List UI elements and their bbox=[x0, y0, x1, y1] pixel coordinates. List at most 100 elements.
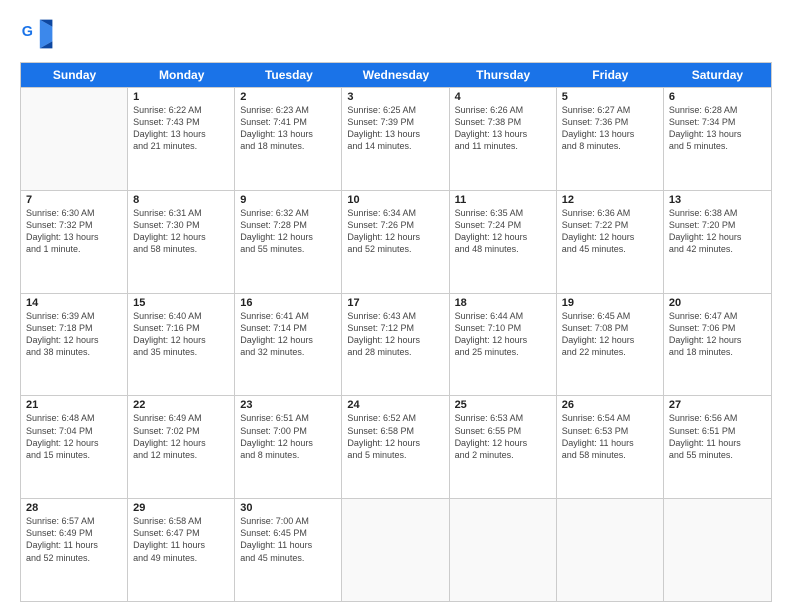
calendar-cell: 7Sunrise: 6:30 AM Sunset: 7:32 PM Daylig… bbox=[21, 191, 128, 293]
day-info: Sunrise: 6:54 AM Sunset: 6:53 PM Dayligh… bbox=[562, 412, 658, 461]
day-info: Sunrise: 7:00 AM Sunset: 6:45 PM Dayligh… bbox=[240, 515, 336, 564]
day-number: 12 bbox=[562, 194, 658, 206]
day-info: Sunrise: 6:47 AM Sunset: 7:06 PM Dayligh… bbox=[669, 310, 766, 359]
day-number: 9 bbox=[240, 194, 336, 206]
header-sunday: Sunday bbox=[21, 63, 128, 87]
day-info: Sunrise: 6:31 AM Sunset: 7:30 PM Dayligh… bbox=[133, 207, 229, 256]
logo: G bbox=[20, 16, 60, 52]
calendar-cell: 9Sunrise: 6:32 AM Sunset: 7:28 PM Daylig… bbox=[235, 191, 342, 293]
svg-text:G: G bbox=[22, 24, 33, 40]
day-info: Sunrise: 6:58 AM Sunset: 6:47 PM Dayligh… bbox=[133, 515, 229, 564]
calendar-cell: 21Sunrise: 6:48 AM Sunset: 7:04 PM Dayli… bbox=[21, 396, 128, 498]
day-number: 11 bbox=[455, 194, 551, 206]
day-info: Sunrise: 6:30 AM Sunset: 7:32 PM Dayligh… bbox=[26, 207, 122, 256]
header-friday: Friday bbox=[557, 63, 664, 87]
day-number: 3 bbox=[347, 91, 443, 103]
day-number: 19 bbox=[562, 297, 658, 309]
day-info: Sunrise: 6:44 AM Sunset: 7:10 PM Dayligh… bbox=[455, 310, 551, 359]
calendar-cell: 16Sunrise: 6:41 AM Sunset: 7:14 PM Dayli… bbox=[235, 294, 342, 396]
calendar-cell: 19Sunrise: 6:45 AM Sunset: 7:08 PM Dayli… bbox=[557, 294, 664, 396]
calendar-cell: 4Sunrise: 6:26 AM Sunset: 7:38 PM Daylig… bbox=[450, 88, 557, 190]
day-number: 10 bbox=[347, 194, 443, 206]
calendar-cell: 27Sunrise: 6:56 AM Sunset: 6:51 PM Dayli… bbox=[664, 396, 771, 498]
calendar-cell: 6Sunrise: 6:28 AM Sunset: 7:34 PM Daylig… bbox=[664, 88, 771, 190]
calendar-cell: 15Sunrise: 6:40 AM Sunset: 7:16 PM Dayli… bbox=[128, 294, 235, 396]
day-info: Sunrise: 6:28 AM Sunset: 7:34 PM Dayligh… bbox=[669, 104, 766, 153]
day-number: 15 bbox=[133, 297, 229, 309]
day-info: Sunrise: 6:36 AM Sunset: 7:22 PM Dayligh… bbox=[562, 207, 658, 256]
header-saturday: Saturday bbox=[664, 63, 771, 87]
header-monday: Monday bbox=[128, 63, 235, 87]
day-info: Sunrise: 6:43 AM Sunset: 7:12 PM Dayligh… bbox=[347, 310, 443, 359]
day-info: Sunrise: 6:45 AM Sunset: 7:08 PM Dayligh… bbox=[562, 310, 658, 359]
calendar-cell: 11Sunrise: 6:35 AM Sunset: 7:24 PM Dayli… bbox=[450, 191, 557, 293]
day-info: Sunrise: 6:40 AM Sunset: 7:16 PM Dayligh… bbox=[133, 310, 229, 359]
calendar-cell: 25Sunrise: 6:53 AM Sunset: 6:55 PM Dayli… bbox=[450, 396, 557, 498]
calendar-row-2: 7Sunrise: 6:30 AM Sunset: 7:32 PM Daylig… bbox=[21, 190, 771, 293]
day-number: 5 bbox=[562, 91, 658, 103]
day-number: 7 bbox=[26, 194, 122, 206]
day-number: 29 bbox=[133, 502, 229, 514]
calendar-cell: 28Sunrise: 6:57 AM Sunset: 6:49 PM Dayli… bbox=[21, 499, 128, 601]
calendar-cell: 3Sunrise: 6:25 AM Sunset: 7:39 PM Daylig… bbox=[342, 88, 449, 190]
day-info: Sunrise: 6:51 AM Sunset: 7:00 PM Dayligh… bbox=[240, 412, 336, 461]
calendar-cell bbox=[450, 499, 557, 601]
calendar-cell: 22Sunrise: 6:49 AM Sunset: 7:02 PM Dayli… bbox=[128, 396, 235, 498]
calendar-cell: 10Sunrise: 6:34 AM Sunset: 7:26 PM Dayli… bbox=[342, 191, 449, 293]
day-number: 27 bbox=[669, 399, 766, 411]
calendar-cell: 20Sunrise: 6:47 AM Sunset: 7:06 PM Dayli… bbox=[664, 294, 771, 396]
calendar-body: 1Sunrise: 6:22 AM Sunset: 7:43 PM Daylig… bbox=[21, 87, 771, 601]
header: G bbox=[20, 16, 772, 52]
day-info: Sunrise: 6:49 AM Sunset: 7:02 PM Dayligh… bbox=[133, 412, 229, 461]
calendar-cell: 1Sunrise: 6:22 AM Sunset: 7:43 PM Daylig… bbox=[128, 88, 235, 190]
logo-icon: G bbox=[20, 16, 56, 52]
day-number: 25 bbox=[455, 399, 551, 411]
day-number: 21 bbox=[26, 399, 122, 411]
header-wednesday: Wednesday bbox=[342, 63, 449, 87]
day-info: Sunrise: 6:25 AM Sunset: 7:39 PM Dayligh… bbox=[347, 104, 443, 153]
day-number: 22 bbox=[133, 399, 229, 411]
calendar-cell: 18Sunrise: 6:44 AM Sunset: 7:10 PM Dayli… bbox=[450, 294, 557, 396]
calendar-cell: 14Sunrise: 6:39 AM Sunset: 7:18 PM Dayli… bbox=[21, 294, 128, 396]
calendar-cell: 26Sunrise: 6:54 AM Sunset: 6:53 PM Dayli… bbox=[557, 396, 664, 498]
calendar: Sunday Monday Tuesday Wednesday Thursday… bbox=[20, 62, 772, 602]
day-number: 2 bbox=[240, 91, 336, 103]
day-info: Sunrise: 6:35 AM Sunset: 7:24 PM Dayligh… bbox=[455, 207, 551, 256]
day-info: Sunrise: 6:52 AM Sunset: 6:58 PM Dayligh… bbox=[347, 412, 443, 461]
header-tuesday: Tuesday bbox=[235, 63, 342, 87]
day-info: Sunrise: 6:41 AM Sunset: 7:14 PM Dayligh… bbox=[240, 310, 336, 359]
calendar-cell: 24Sunrise: 6:52 AM Sunset: 6:58 PM Dayli… bbox=[342, 396, 449, 498]
day-number: 18 bbox=[455, 297, 551, 309]
header-thursday: Thursday bbox=[450, 63, 557, 87]
day-number: 26 bbox=[562, 399, 658, 411]
day-info: Sunrise: 6:32 AM Sunset: 7:28 PM Dayligh… bbox=[240, 207, 336, 256]
day-number: 17 bbox=[347, 297, 443, 309]
calendar-row-5: 28Sunrise: 6:57 AM Sunset: 6:49 PM Dayli… bbox=[21, 498, 771, 601]
calendar-cell bbox=[342, 499, 449, 601]
calendar-cell bbox=[21, 88, 128, 190]
day-number: 28 bbox=[26, 502, 122, 514]
day-info: Sunrise: 6:22 AM Sunset: 7:43 PM Dayligh… bbox=[133, 104, 229, 153]
day-number: 8 bbox=[133, 194, 229, 206]
calendar-header: Sunday Monday Tuesday Wednesday Thursday… bbox=[21, 63, 771, 87]
day-number: 20 bbox=[669, 297, 766, 309]
day-number: 23 bbox=[240, 399, 336, 411]
day-info: Sunrise: 6:39 AM Sunset: 7:18 PM Dayligh… bbox=[26, 310, 122, 359]
calendar-cell: 8Sunrise: 6:31 AM Sunset: 7:30 PM Daylig… bbox=[128, 191, 235, 293]
day-info: Sunrise: 6:53 AM Sunset: 6:55 PM Dayligh… bbox=[455, 412, 551, 461]
calendar-cell: 12Sunrise: 6:36 AM Sunset: 7:22 PM Dayli… bbox=[557, 191, 664, 293]
calendar-cell bbox=[664, 499, 771, 601]
calendar-cell: 23Sunrise: 6:51 AM Sunset: 7:00 PM Dayli… bbox=[235, 396, 342, 498]
day-info: Sunrise: 6:34 AM Sunset: 7:26 PM Dayligh… bbox=[347, 207, 443, 256]
calendar-cell: 29Sunrise: 6:58 AM Sunset: 6:47 PM Dayli… bbox=[128, 499, 235, 601]
calendar-cell: 17Sunrise: 6:43 AM Sunset: 7:12 PM Dayli… bbox=[342, 294, 449, 396]
day-info: Sunrise: 6:27 AM Sunset: 7:36 PM Dayligh… bbox=[562, 104, 658, 153]
day-number: 30 bbox=[240, 502, 336, 514]
calendar-cell: 13Sunrise: 6:38 AM Sunset: 7:20 PM Dayli… bbox=[664, 191, 771, 293]
calendar-cell: 2Sunrise: 6:23 AM Sunset: 7:41 PM Daylig… bbox=[235, 88, 342, 190]
calendar-row-1: 1Sunrise: 6:22 AM Sunset: 7:43 PM Daylig… bbox=[21, 87, 771, 190]
calendar-cell: 5Sunrise: 6:27 AM Sunset: 7:36 PM Daylig… bbox=[557, 88, 664, 190]
page: G Sunday Monday Tuesday Wednesday Thursd… bbox=[0, 0, 792, 612]
day-info: Sunrise: 6:23 AM Sunset: 7:41 PM Dayligh… bbox=[240, 104, 336, 153]
day-number: 13 bbox=[669, 194, 766, 206]
